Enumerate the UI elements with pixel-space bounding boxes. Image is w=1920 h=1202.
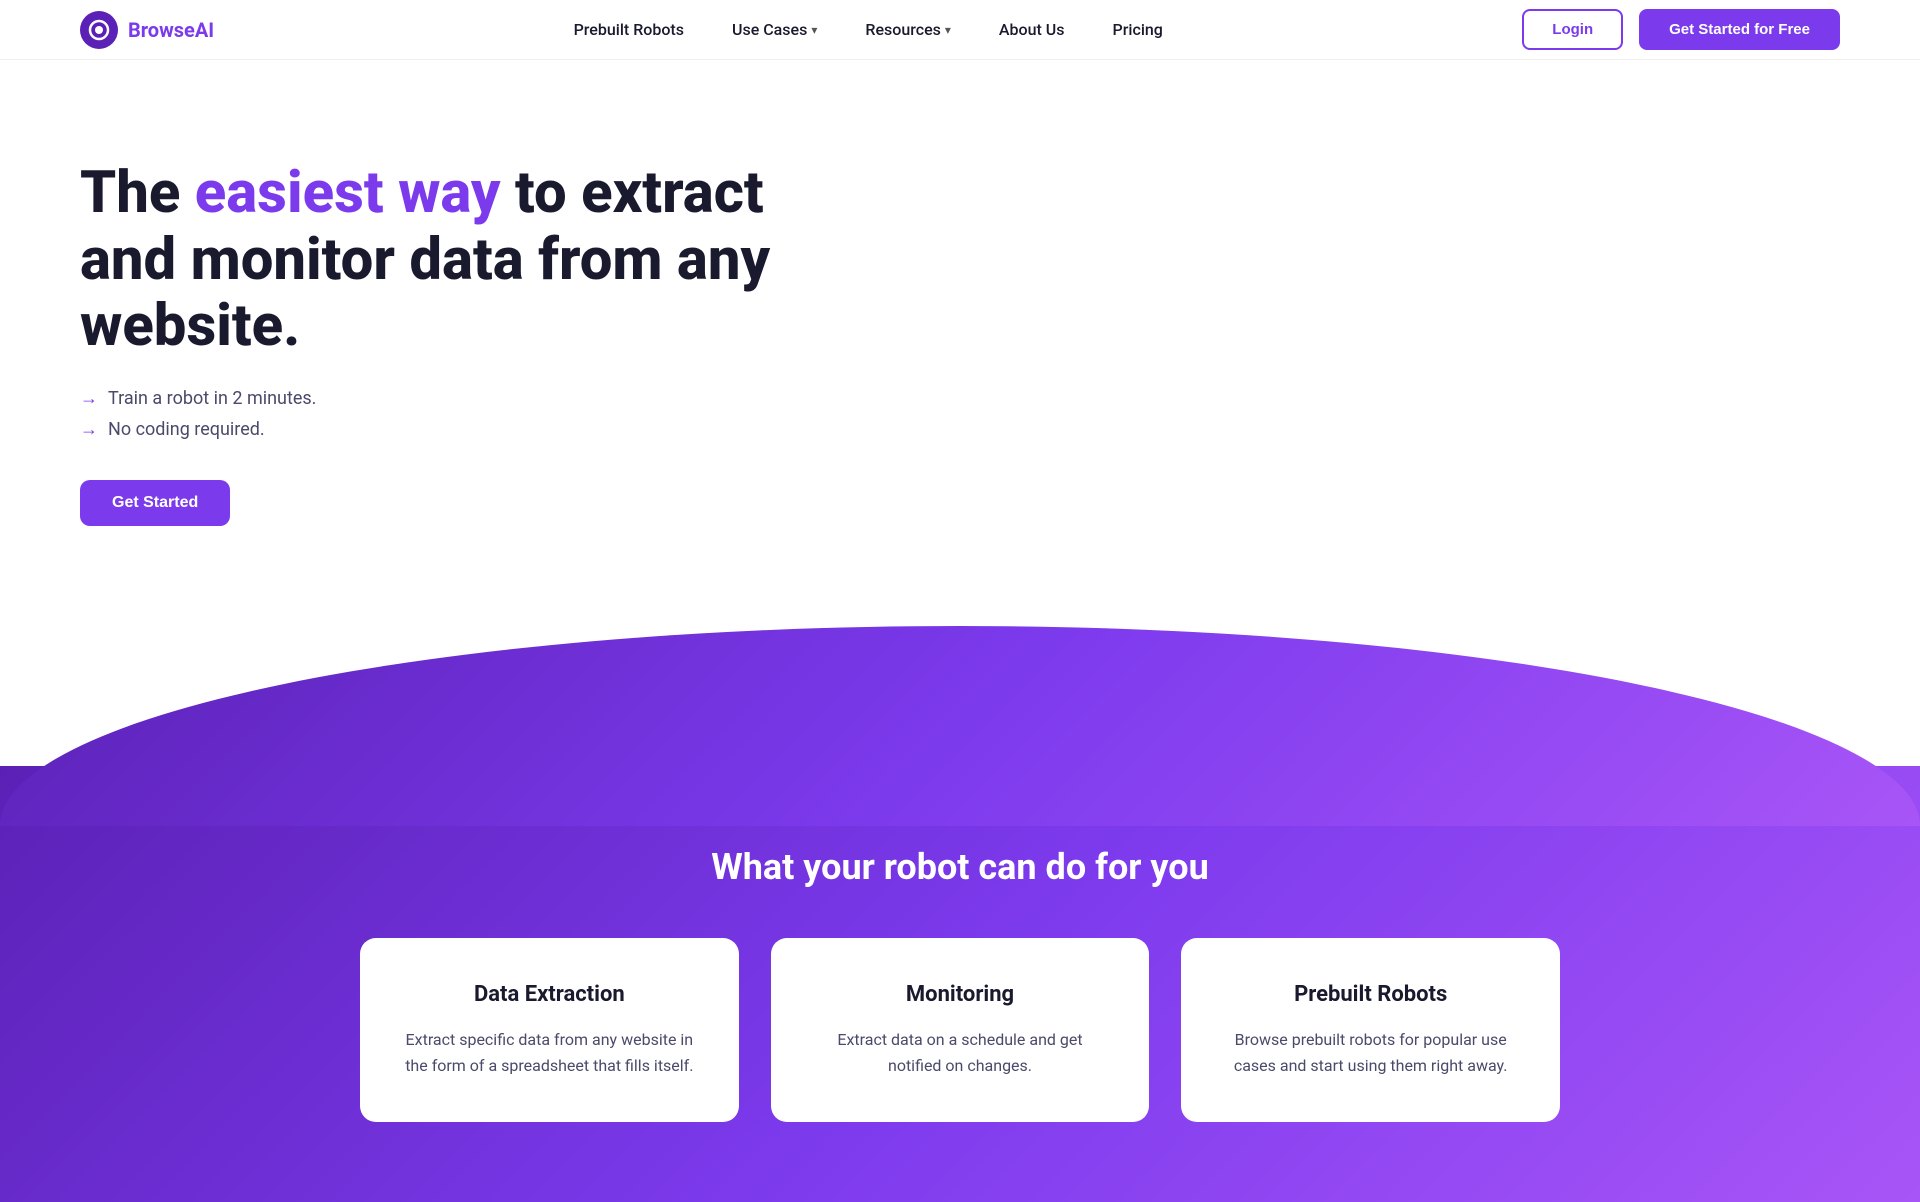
- nav-links: Prebuilt Robots Use Cases Resources Abou…: [574, 20, 1163, 39]
- get-started-nav-button[interactable]: Get Started for Free: [1639, 9, 1840, 50]
- section-title: What your robot can do for you: [80, 846, 1840, 888]
- login-button[interactable]: Login: [1522, 9, 1623, 50]
- card-data-extraction: Data Extraction Extract specific data fr…: [360, 938, 739, 1122]
- nav-use-cases[interactable]: Use Cases: [732, 20, 817, 39]
- card-monitoring-description: Extract data on a schedule and get notif…: [811, 1027, 1110, 1078]
- logo-text: BrowseAI: [128, 18, 214, 42]
- navbar: BrowseAI Prebuilt Robots Use Cases Resou…: [0, 0, 1920, 60]
- cards-container: Data Extraction Extract specific data fr…: [360, 938, 1560, 1122]
- card-data-extraction-description: Extract specific data from any website i…: [400, 1027, 699, 1078]
- get-started-hero-button[interactable]: Get Started: [80, 480, 230, 526]
- bullet-1: → Train a robot in 2 minutes.: [80, 388, 820, 409]
- card-prebuilt-robots: Prebuilt Robots Browse prebuilt robots f…: [1181, 938, 1560, 1122]
- hero-title: The easiest way to extract and monitor d…: [80, 160, 820, 360]
- card-data-extraction-title: Data Extraction: [400, 982, 699, 1007]
- nav-resources[interactable]: Resources: [865, 20, 951, 39]
- arrow-icon-2: →: [80, 419, 98, 440]
- nav-about-us[interactable]: About Us: [999, 20, 1065, 39]
- arrow-icon-1: →: [80, 388, 98, 409]
- card-prebuilt-robots-title: Prebuilt Robots: [1221, 982, 1520, 1007]
- logo[interactable]: BrowseAI: [80, 11, 214, 49]
- bullet-2: → No coding required.: [80, 419, 820, 440]
- hero-bullets: → Train a robot in 2 minutes. → No codin…: [80, 388, 820, 440]
- logo-icon: [80, 11, 118, 49]
- card-prebuilt-robots-description: Browse prebuilt robots for popular use c…: [1221, 1027, 1520, 1078]
- nav-prebuilt-robots[interactable]: Prebuilt Robots: [574, 20, 684, 39]
- card-monitoring: Monitoring Extract data on a schedule an…: [771, 938, 1150, 1122]
- nav-pricing[interactable]: Pricing: [1113, 20, 1163, 39]
- nav-actions: Login Get Started for Free: [1522, 9, 1840, 50]
- card-monitoring-title: Monitoring: [811, 982, 1110, 1007]
- features-section: What your robot can do for you Data Extr…: [0, 766, 1920, 1202]
- hero-section: The easiest way to extract and monitor d…: [0, 60, 900, 606]
